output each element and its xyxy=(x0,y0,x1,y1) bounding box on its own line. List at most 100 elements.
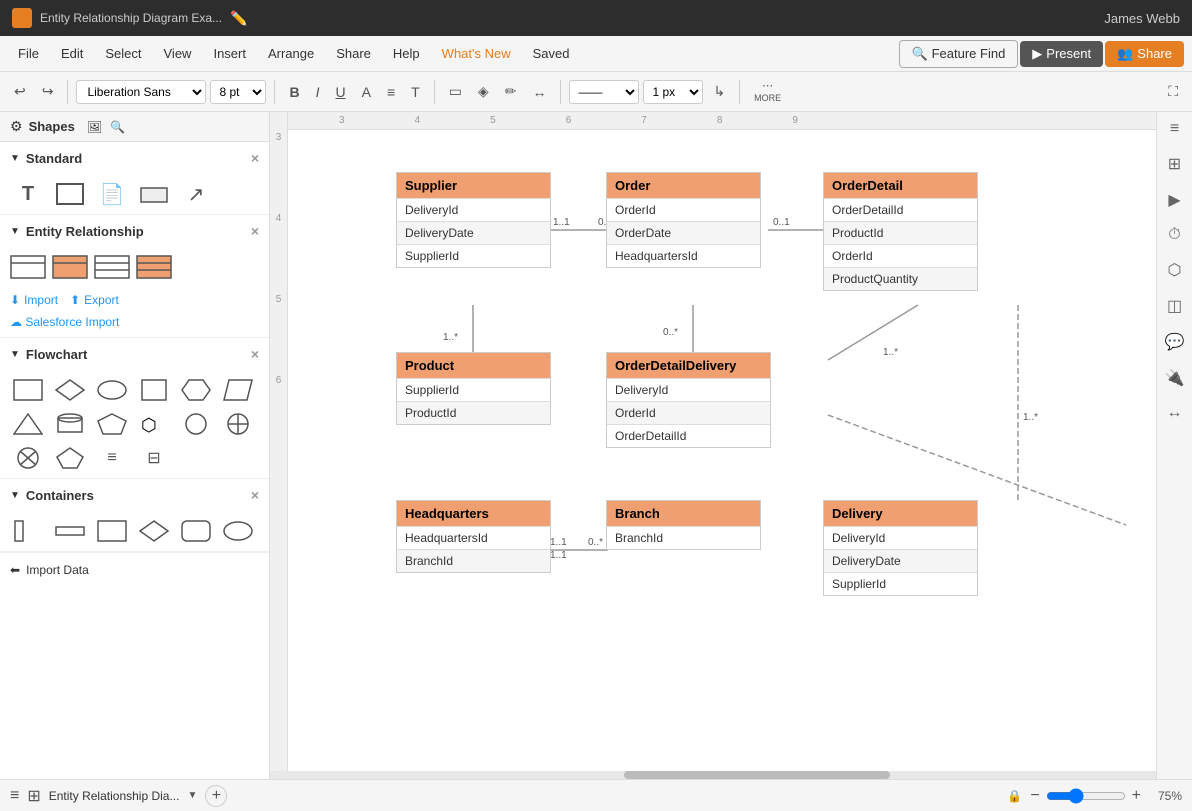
redo-button[interactable]: ↪ xyxy=(36,79,60,104)
rect-shape[interactable] xyxy=(52,180,88,208)
horizontal-scrollbar[interactable] xyxy=(270,771,1156,779)
add-page-icon[interactable]: + xyxy=(205,785,227,807)
underline-button[interactable]: U xyxy=(329,80,351,104)
flowchart-close[interactable]: × xyxy=(251,346,259,362)
orderdetaildelivery-entity[interactable]: OrderDetailDelivery DeliveryId OrderId O… xyxy=(606,352,771,448)
supplier-entity[interactable]: Supplier DeliveryId DeliveryDate Supplie… xyxy=(396,172,551,268)
block-shape[interactable] xyxy=(136,180,172,208)
export-action[interactable]: ⬆ Export xyxy=(70,293,119,307)
product-entity[interactable]: Product SupplierId ProductId xyxy=(396,352,551,425)
menu-whats-new[interactable]: What's New xyxy=(432,42,521,65)
fill-style-button[interactable]: ◈ xyxy=(472,79,495,104)
undo-button[interactable]: ↩ xyxy=(8,79,32,104)
connection-button[interactable]: ↔ xyxy=(526,80,552,104)
containers-close[interactable]: × xyxy=(251,487,259,503)
menu-select[interactable]: Select xyxy=(95,42,151,65)
font-family-select[interactable]: Liberation Sans xyxy=(76,80,206,104)
menu-share[interactable]: Share xyxy=(326,42,381,65)
zoom-out-icon[interactable]: − xyxy=(1030,787,1039,805)
italic-button[interactable]: I xyxy=(310,80,326,104)
fill-color-button[interactable]: ▭ xyxy=(443,79,468,104)
fc-tri[interactable] xyxy=(10,410,46,438)
font-size-select[interactable]: 8 pt xyxy=(210,80,266,104)
fullscreen-button[interactable]: ⛶ xyxy=(1162,79,1184,104)
font-color-button[interactable]: A xyxy=(356,80,377,104)
standard-close[interactable]: × xyxy=(251,150,259,166)
fc-diamond[interactable] xyxy=(52,376,88,404)
image-search-icon[interactable]: 🖼 xyxy=(87,120,102,134)
search-shapes-icon[interactable]: 🔍 xyxy=(110,120,125,134)
fc-list2[interactable]: ⊟ xyxy=(136,444,172,472)
flowchart-header[interactable]: ▼ Flowchart × xyxy=(0,338,269,370)
text-shape[interactable]: T xyxy=(10,180,46,208)
zoom-in-icon[interactable]: + xyxy=(1132,787,1141,805)
menu-arrange[interactable]: Arrange xyxy=(258,42,324,65)
ct-diamond[interactable] xyxy=(136,517,172,545)
menu-edit[interactable]: Edit xyxy=(51,42,93,65)
edit-icon[interactable]: ✏️ xyxy=(230,10,247,27)
fc-para[interactable] xyxy=(220,376,256,404)
fc-rect[interactable] xyxy=(10,376,46,404)
plugin-icon[interactable]: 🔌 xyxy=(1165,368,1185,388)
present-button[interactable]: ▶ Present xyxy=(1020,41,1103,67)
fc-cross[interactable] xyxy=(220,410,256,438)
line-color-button[interactable]: ✏ xyxy=(499,79,523,104)
share-button[interactable]: 👥 Share xyxy=(1105,41,1184,67)
order-entity[interactable]: Order OrderId OrderDate HeadquartersId xyxy=(606,172,761,268)
fc-pentagon[interactable] xyxy=(52,444,88,472)
orderdetail-entity[interactable]: OrderDetail OrderDetailId ProductId Orde… xyxy=(823,172,978,291)
ct-hbar[interactable] xyxy=(52,517,88,545)
format-icon[interactable]: ≡ xyxy=(1170,120,1179,138)
page-name[interactable]: Entity Relationship Dia... xyxy=(49,789,180,803)
clock-icon[interactable]: ⏱ xyxy=(1168,226,1180,244)
present-rp-icon[interactable]: ▶ xyxy=(1168,190,1180,210)
containers-header[interactable]: ▼ Containers × xyxy=(0,479,269,511)
feature-find-button[interactable]: 🔍 Feature Find xyxy=(899,40,1019,68)
arrow-shape[interactable]: ↗ xyxy=(178,180,214,208)
zoom-slider[interactable] xyxy=(1046,788,1126,804)
ct-bar[interactable] xyxy=(10,517,46,545)
connector-end-button[interactable]: ↳ xyxy=(707,79,731,104)
chevron-down-icon[interactable]: ▼ xyxy=(187,790,197,801)
ct-oval[interactable] xyxy=(220,517,256,545)
menu-help[interactable]: Help xyxy=(383,42,430,65)
text-format-button[interactable]: T xyxy=(405,80,426,104)
arrow-rp-icon[interactable]: ↔ xyxy=(1167,404,1183,422)
layers-icon[interactable]: ⬡ xyxy=(1168,260,1182,280)
more-button[interactable]: ⋯MORE xyxy=(748,75,787,108)
line-style-select[interactable]: —— xyxy=(569,80,639,104)
fc-xcircle[interactable] xyxy=(10,444,46,472)
er-shape-2[interactable] xyxy=(52,253,88,281)
ct-rrect[interactable] xyxy=(178,517,214,545)
fc-oval[interactable] xyxy=(94,376,130,404)
er-shape-3[interactable] xyxy=(94,253,130,281)
er-shape-1[interactable] xyxy=(10,253,46,281)
menu-view[interactable]: View xyxy=(154,42,202,65)
import-data-button[interactable]: ⬅ Import Data xyxy=(0,552,269,587)
headquarters-entity[interactable]: Headquarters HeadquartersId BranchId xyxy=(396,500,551,573)
fc-list1[interactable]: ≡ xyxy=(94,444,130,472)
menu-insert[interactable]: Insert xyxy=(203,42,256,65)
fc-cloud[interactable]: ⬡ xyxy=(136,410,172,438)
import-action[interactable]: ⬇ Import xyxy=(10,293,58,307)
fc-circle[interactable] xyxy=(178,410,214,438)
list-view-icon[interactable]: ≡ xyxy=(10,787,19,805)
fc-pent[interactable] xyxy=(94,410,130,438)
bold-button[interactable]: B xyxy=(283,80,305,104)
er-shape-4[interactable] xyxy=(136,253,172,281)
standard-header[interactable]: ▼ Standard × xyxy=(0,142,269,174)
salesforce-action[interactable]: ☁ Salesforce Import xyxy=(0,313,269,337)
menu-file[interactable]: File xyxy=(8,42,49,65)
fc-rect2[interactable] xyxy=(136,376,172,404)
ct-rect[interactable] xyxy=(94,517,130,545)
delivery-entity[interactable]: Delivery DeliveryId DeliveryDate Supplie… xyxy=(823,500,978,596)
note-shape[interactable]: 📄 xyxy=(94,180,130,208)
map-icon[interactable]: ◫ xyxy=(1167,296,1182,316)
comment-icon[interactable]: 💬 xyxy=(1165,332,1185,352)
line-width-select[interactable]: 1 px xyxy=(643,80,703,104)
er-close[interactable]: × xyxy=(251,223,259,239)
table-icon[interactable]: ⊞ xyxy=(1168,154,1181,174)
fc-cyl[interactable] xyxy=(52,410,88,438)
er-header[interactable]: ▼ Entity Relationship × xyxy=(0,215,269,247)
diagram-canvas[interactable]: 1..1 0..1 0..1 1..* 0..* 0..* 1..* 1..* xyxy=(288,130,1156,779)
